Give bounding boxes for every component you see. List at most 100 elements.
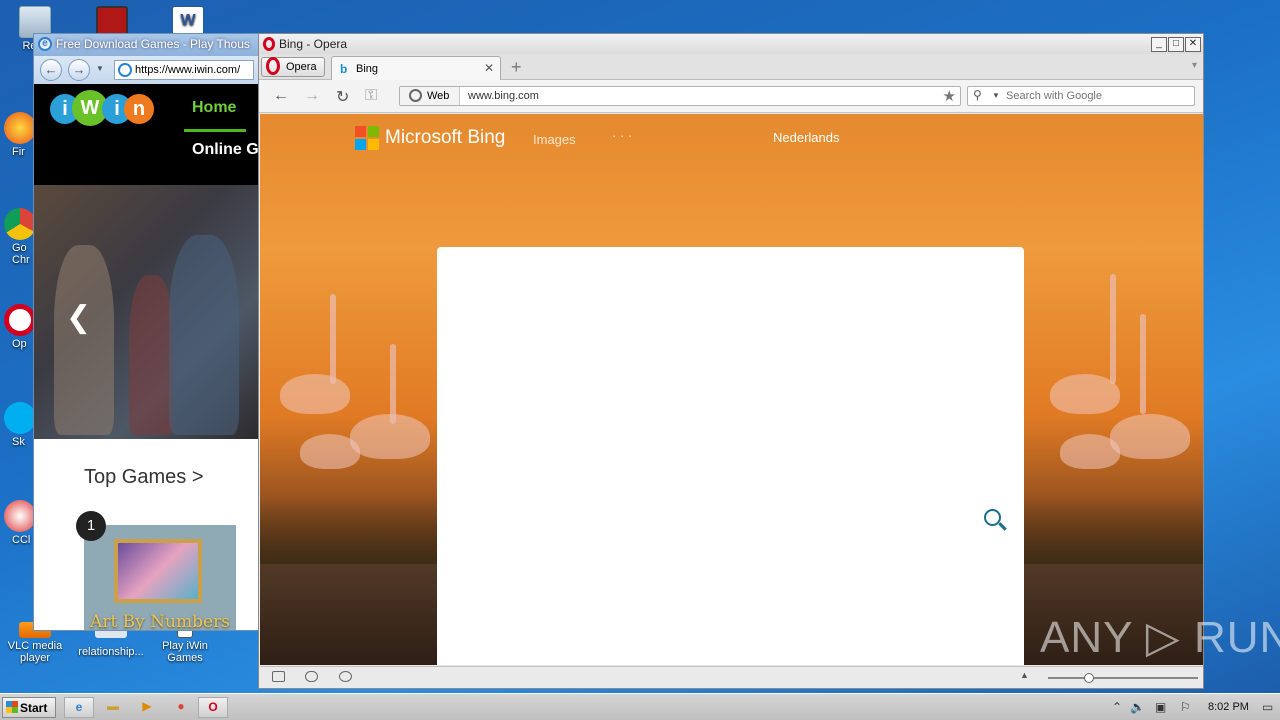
opera-window[interactable]: Bing - Opera _ □ ✕ Opera b Bing ✕ + ▾ ← …: [258, 33, 1204, 689]
bing-brand-name: Microsoft Bing: [385, 127, 506, 148]
nav-more-menu[interactable]: · · ·: [612, 128, 632, 143]
search-icon[interactable]: [984, 509, 1008, 533]
tab-close-icon[interactable]: ✕: [484, 61, 494, 75]
ie-address-text: https://www.iwin.com/: [135, 64, 241, 76]
nav-active-underline: [184, 129, 246, 132]
maximize-button[interactable]: □: [1168, 37, 1184, 52]
desktop-icon-label: relationship...: [78, 646, 144, 658]
ie-address-bar[interactable]: https://www.iwin.com/: [114, 60, 254, 80]
nav-images-link[interactable]: Images: [533, 132, 576, 147]
desktop-icon-label: VLC media player: [7, 640, 63, 664]
nav-online-games-link[interactable]: Online G: [192, 141, 258, 159]
forward-button[interactable]: →: [68, 59, 90, 81]
anyrun-watermark: ANY ▷ RUN: [1040, 613, 1280, 662]
opera-status-bar: ▲: [260, 666, 1203, 688]
opera-address-bar[interactable]: Web www.bing.com ★: [399, 86, 961, 106]
ie-window[interactable]: e Free Download Games - Play Thous ← → ▼…: [33, 33, 259, 631]
ie-nav-bar: ← → ▼ https://www.iwin.com/: [34, 56, 258, 84]
ie-logo-icon: e: [38, 37, 52, 51]
show-desktop-button[interactable]: ▭: [1262, 700, 1273, 714]
opera-unite-cloud-icon[interactable]: [305, 671, 318, 682]
wand-key-icon[interactable]: ⚿: [365, 87, 377, 105]
game-title: Art By Numbers: [90, 612, 230, 631]
bing-page: Microsoft Bing Images · · · Nederlands: [260, 114, 1203, 665]
hero-carousel[interactable]: ❮: [34, 185, 258, 439]
opera-title-bar[interactable]: Bing - Opera _ □ ✕: [259, 34, 1203, 54]
ie-page-icon: [118, 63, 132, 77]
opera-search-box[interactable]: ⚲ ▼: [967, 86, 1195, 106]
speed-dial-gauge-icon[interactable]: [339, 671, 352, 682]
ie-window-title: Free Download Games - Play Thous: [56, 37, 250, 51]
taskbar-media-player-icon[interactable]: ▶: [132, 697, 162, 718]
logo-tile-yellow: [368, 139, 379, 150]
background-flamingo: [330, 294, 336, 384]
close-button[interactable]: ✕: [1185, 37, 1201, 52]
taskbar-explorer-icon[interactable]: ▬: [98, 697, 128, 718]
bing-search-panel[interactable]: [437, 247, 1024, 665]
back-arrow-icon[interactable]: ←: [273, 87, 289, 105]
start-button[interactable]: Start: [2, 697, 56, 718]
tab-bing[interactable]: b Bing ✕: [331, 56, 501, 80]
taskbar-opera-icon[interactable]: O: [198, 697, 228, 718]
zoom-slider[interactable]: [1048, 673, 1198, 683]
hero-figure: [129, 275, 174, 435]
background-flamingo: [1060, 434, 1120, 469]
opera-logo-icon: [263, 37, 275, 51]
back-button[interactable]: ←: [40, 59, 62, 81]
background-flamingo: [1140, 314, 1146, 414]
address-url: www.bing.com: [468, 90, 539, 102]
taskbar-ie-icon[interactable]: e: [64, 697, 94, 718]
logo-tile-green: [368, 126, 379, 137]
taskbar: Start e ▬ ▶ ● O ⌃ 🔈 ▣ ⚐ 8:02 PM ▭: [0, 693, 1280, 720]
ccleaner-icon: [4, 500, 36, 532]
opera-toolbar: ← → ↻ ⚿ Web www.bing.com ★ ⚲ ▼: [259, 80, 1203, 113]
tray-expand-icon[interactable]: ⌃: [1112, 700, 1122, 714]
web-mode-badge[interactable]: Web: [400, 87, 460, 105]
ie-title-bar[interactable]: e Free Download Games - Play Thous: [34, 34, 258, 56]
panel-toggle-icon[interactable]: [272, 671, 285, 682]
skype-icon: [4, 402, 36, 434]
reload-icon[interactable]: ↻: [336, 87, 349, 107]
new-tab-button[interactable]: +: [511, 57, 522, 78]
globe-icon: [409, 89, 422, 102]
tab-menu-chevron-icon[interactable]: ▾: [1192, 60, 1197, 71]
language-link[interactable]: Nederlands: [773, 130, 840, 145]
bookmark-star-icon[interactable]: ★: [943, 87, 956, 105]
search-engine-dropdown-icon[interactable]: ▼: [992, 91, 1000, 100]
network-icon[interactable]: ▣: [1155, 700, 1166, 714]
iwin-header: i W i n Home Online G: [34, 84, 258, 185]
top-games-heading[interactable]: Top Games >: [84, 466, 204, 489]
action-center-flag-icon[interactable]: ⚐: [1180, 700, 1191, 714]
carousel-prev-button[interactable]: ❮: [66, 300, 91, 335]
bing-favicon-icon: b: [340, 62, 348, 76]
opera-logo-icon: [266, 57, 280, 75]
taskbar-chrome-icon[interactable]: ●: [166, 697, 196, 718]
zoom-expand-icon[interactable]: ▲: [1020, 670, 1029, 680]
chrome-icon: [4, 208, 36, 240]
opera-menu-button[interactable]: Opera: [261, 57, 325, 77]
microsoft-logo-icon: [355, 126, 379, 150]
firefox-icon: [4, 112, 36, 144]
background-flamingo: [1110, 414, 1190, 459]
clock[interactable]: 8:02 PM: [1208, 701, 1249, 713]
history-dropdown-icon[interactable]: ▼: [96, 64, 104, 73]
game-art-frame: [114, 539, 202, 603]
nav-home-link[interactable]: Home: [192, 99, 236, 117]
minimize-button[interactable]: _: [1151, 37, 1167, 52]
logo-tile-red: [355, 126, 366, 137]
forward-arrow-icon[interactable]: →: [304, 87, 320, 105]
search-input[interactable]: [1006, 89, 1190, 103]
hero-figure: [169, 235, 239, 435]
opera-menu-label: Opera: [286, 61, 317, 73]
game-thumbnail[interactable]: Art By Numbers: [84, 525, 236, 631]
start-label: Start: [20, 701, 48, 715]
background-flamingo: [280, 374, 350, 414]
desktop-icon-label: Play iWin Games: [162, 640, 208, 664]
logo-tile-blue: [355, 139, 366, 150]
zoom-slider-handle[interactable]: [1084, 673, 1094, 683]
volume-icon[interactable]: 🔈: [1130, 700, 1145, 714]
background-flamingo: [300, 434, 360, 469]
iwin-logo-n[interactable]: n: [124, 94, 154, 124]
hero-figure: [54, 245, 114, 435]
tab-bar: Opera b Bing ✕ + ▾: [259, 54, 1203, 80]
